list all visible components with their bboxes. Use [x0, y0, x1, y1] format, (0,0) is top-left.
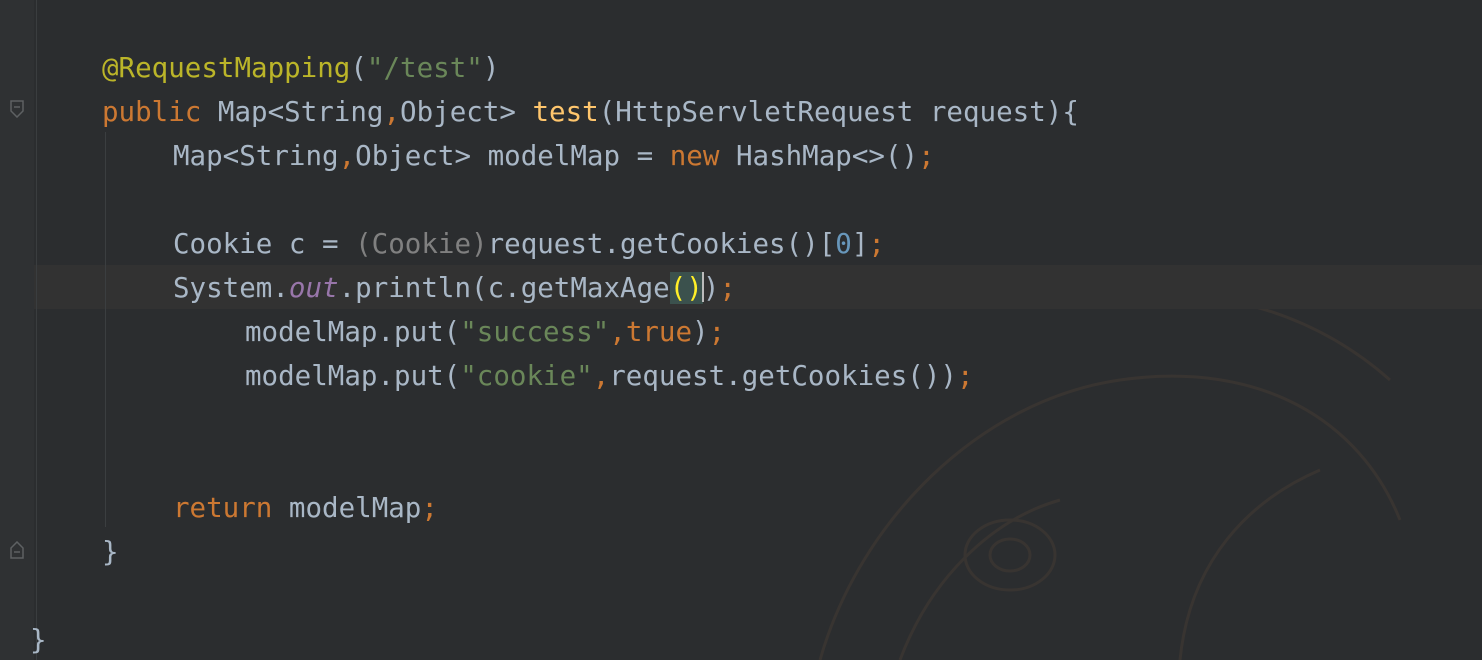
code-token: ; — [719, 272, 736, 304]
code-line: System.out.println(c.getMaxAge()); — [173, 266, 736, 310]
code-token: () — [669, 272, 703, 304]
code-token: true — [625, 316, 693, 348]
code-token: modelMap.put( — [245, 360, 461, 392]
code-token: "/test" — [366, 52, 483, 84]
code-token: Map<String — [217, 96, 384, 128]
code-token: ; — [708, 316, 726, 348]
code-token: .println(c.getMaxAge — [338, 272, 670, 304]
code-token: } — [102, 536, 119, 568]
code-area[interactable]: @RequestMapping("/test") public Map<Stri… — [0, 0, 1482, 660]
code-token: ; — [868, 228, 885, 260]
code-line: Cookie c = (Cookie)request.getCookies()[… — [173, 222, 885, 266]
code-token: HashMap<>() — [735, 140, 919, 172]
code-token: ; — [956, 360, 974, 392]
code-token: return — [173, 492, 289, 524]
code-line: return modelMap; — [173, 486, 438, 530]
code-token: (Cookie) — [355, 228, 488, 260]
code-token: ) — [692, 316, 709, 348]
code-token: , — [609, 316, 626, 348]
code-token: , — [338, 140, 356, 172]
code-token: request.getCookies()[ — [487, 228, 836, 260]
code-token: ) — [482, 52, 500, 84]
code-token: Object> — [400, 96, 533, 128]
code-token: ] — [851, 228, 869, 260]
code-token: "cookie" — [460, 360, 593, 392]
code-token: Map<String — [173, 140, 339, 172]
code-token: ) — [702, 272, 720, 304]
code-token: Cookie c = — [173, 228, 356, 260]
code-token: , — [383, 96, 401, 128]
code-token: modelMap.put( — [245, 316, 461, 348]
code-token: public — [102, 96, 218, 128]
code-line: } — [30, 618, 47, 660]
code-token: out — [288, 272, 339, 304]
code-token: @RequestMapping — [102, 52, 351, 84]
code-token: 0 — [835, 228, 852, 260]
code-token: , — [592, 360, 610, 392]
code-token: System. — [173, 272, 289, 304]
code-line: Map<String,Object> modelMap = new HashMa… — [173, 134, 935, 178]
code-line: } — [102, 530, 119, 574]
code-token: Object> modelMap = — [355, 140, 670, 172]
code-editor[interactable]: @RequestMapping("/test") public Map<Stri… — [0, 0, 1482, 660]
code-line: public Map<String,Object> test(HttpServl… — [102, 90, 1079, 134]
code-token: } — [30, 624, 47, 656]
code-line: modelMap.put("cookie",request.getCookies… — [245, 354, 974, 398]
code-token: "success" — [460, 316, 610, 348]
code-token: request.getCookies()) — [609, 360, 957, 392]
code-line: modelMap.put("success",true); — [245, 310, 725, 354]
code-token: new — [669, 140, 736, 172]
code-token: ; — [421, 492, 438, 524]
code-token: (HttpServletRequest request){ — [598, 96, 1079, 128]
code-line: @RequestMapping("/test") — [102, 46, 499, 90]
code-token: ; — [918, 140, 935, 172]
code-token: modelMap — [288, 492, 422, 524]
code-token: test — [532, 96, 599, 128]
code-token: ( — [350, 52, 367, 84]
